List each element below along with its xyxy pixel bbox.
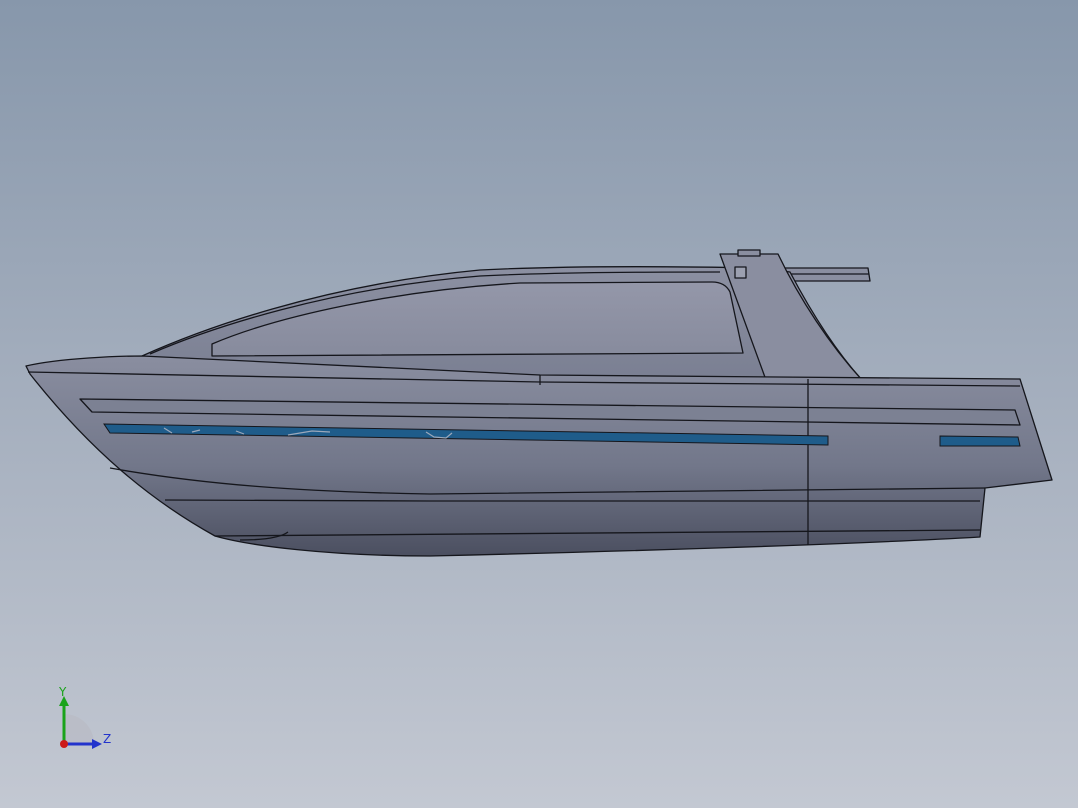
hull (25, 355, 1053, 557)
pillar-window (734, 266, 747, 279)
hull-stripe-rear (939, 435, 1021, 447)
boat-model[interactable] (0, 0, 1078, 808)
view-orientation-triad: Y Z (48, 684, 118, 754)
y-axis-label: Y (59, 685, 67, 699)
graphics-viewport[interactable]: Y Z (0, 0, 1078, 808)
z-axis-arrow-icon (92, 739, 102, 749)
z-axis-label: Z (103, 732, 112, 746)
x-axis-dot-icon (60, 740, 68, 748)
pillar-cap (737, 249, 761, 257)
side-window (211, 281, 744, 357)
